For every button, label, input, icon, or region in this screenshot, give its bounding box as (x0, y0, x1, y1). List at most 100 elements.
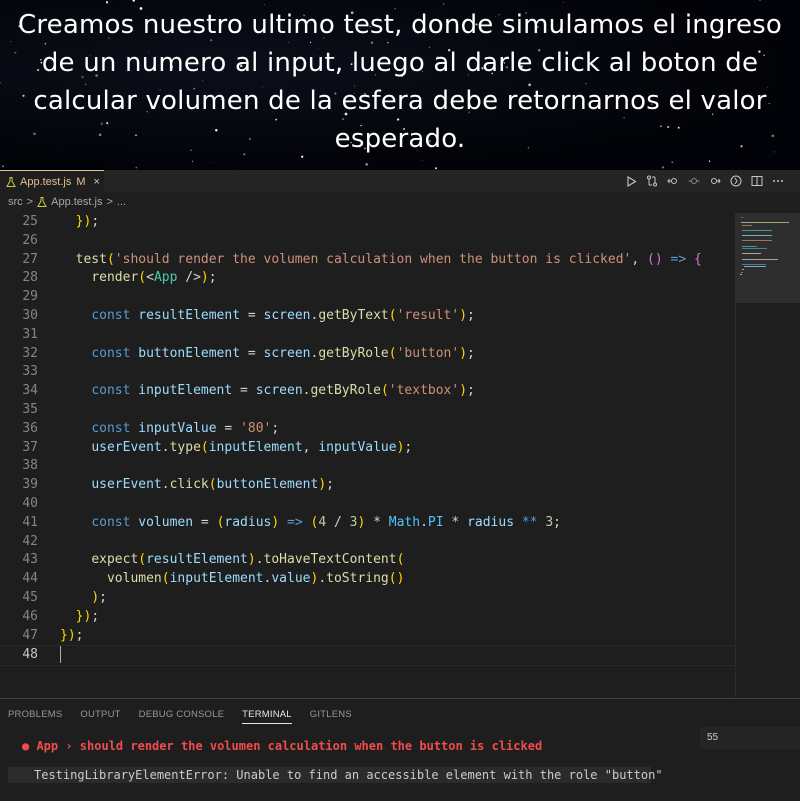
code-text: }); (75, 608, 100, 624)
code-text: const inputElement = screen.getByRole('t… (91, 383, 475, 399)
code-line[interactable]: 26 (0, 232, 735, 251)
panel-tab-gitlens[interactable]: GITLENS (310, 709, 352, 724)
minimap-line (742, 235, 772, 237)
star (442, 3, 445, 5)
starfield-banner: Creamos nuestro ultimo test, donde simul… (0, 0, 800, 170)
breadcrumb-separator: > (26, 196, 34, 208)
bottom-panel: PROBLEMS OUTPUT DEBUG CONSOLE TERMINAL GITLE… (0, 698, 800, 801)
code-line[interactable]: 34 const inputElement = screen.getByRole… (0, 382, 735, 401)
text-cursor (60, 646, 61, 664)
minimap-line (742, 224, 752, 226)
minimap-line (743, 266, 767, 268)
star (708, 160, 711, 162)
minimap[interactable] (735, 213, 800, 703)
code-line[interactable]: 40 (0, 495, 735, 514)
run-icon[interactable] (625, 175, 637, 187)
more-actions-icon[interactable] (772, 175, 784, 187)
code-text: volumen(inputElement.value).toString() (106, 571, 405, 587)
gitlens-icon[interactable] (730, 175, 742, 187)
code-line[interactable]: 31 (0, 326, 735, 345)
minimap-line (742, 258, 779, 260)
flask-icon (37, 197, 47, 207)
line-number: 45 (22, 590, 38, 605)
code-line[interactable]: 36 const inputValue = '80'; (0, 420, 735, 439)
star (0, 82, 1, 84)
close-icon[interactable]: × (94, 176, 100, 188)
code-line[interactable]: 43 expect(resultElement).toHaveTextConte… (0, 551, 735, 570)
code-line[interactable]: 42 (0, 533, 735, 552)
code-line[interactable]: 35 (0, 401, 735, 420)
minimap-line (742, 248, 767, 250)
line-number: 41 (22, 514, 38, 530)
code-line[interactable]: 27 test('should render the volumen calcu… (0, 251, 735, 270)
line-number: 32 (22, 345, 38, 361)
star (422, 159, 423, 161)
terminal-failed-test: ● App › should render the volumen calcul… (22, 739, 543, 753)
panel-tab-debug-console[interactable]: DEBUG CONSOLE (139, 709, 224, 724)
line-number: 29 (22, 289, 38, 305)
line-number: 43 (22, 552, 38, 568)
line-number: 46 (22, 608, 38, 624)
panel-tab-problems[interactable]: PROBLEMS (8, 709, 62, 724)
code-line[interactable]: 47}); (0, 627, 735, 646)
line-number: 28 (22, 270, 38, 286)
minimap-line (742, 253, 761, 255)
go-back-icon[interactable] (667, 175, 679, 187)
star (191, 160, 193, 162)
line-number: 33 (22, 364, 38, 380)
code-text: const buttonElement = screen.getByRole('… (91, 345, 475, 361)
breadcrumb-file[interactable]: App.test.js (37, 196, 102, 208)
code-line[interactable]: 46 }); (0, 608, 735, 627)
code-text: }); (60, 627, 84, 643)
code-line[interactable]: 45 ); (0, 589, 735, 608)
panel-tabs: PROBLEMS OUTPUT DEBUG CONSOLE TERMINAL GITLE… (8, 709, 352, 724)
code-area[interactable]: 25 }); 26 27 test('should render the volum… (0, 213, 735, 708)
code-text: }); (75, 214, 100, 229)
code-line[interactable]: 41 const volumen = (radius) => (4 / 3) *… (0, 514, 735, 533)
circle-icon[interactable] (688, 175, 700, 187)
breadcrumb-folder[interactable]: src (8, 196, 23, 208)
caption-text: Creamos nuestro ultimo test, donde simul… (18, 10, 782, 154)
star (365, 163, 368, 166)
code-line[interactable]: 32 const buttonElement = screen.getByRol… (0, 345, 735, 364)
flask-icon (6, 176, 16, 187)
line-number: 34 (22, 383, 38, 399)
line-number: 35 (22, 402, 38, 417)
breadcrumb-file-label: App.test.js (51, 196, 103, 208)
breadcrumb-rest[interactable]: ... (117, 196, 126, 208)
star (759, 0, 761, 1)
go-forward-icon[interactable] (709, 175, 721, 187)
minimap-line (742, 245, 757, 247)
split-editor-icon[interactable] (751, 175, 763, 187)
star (435, 167, 438, 170)
code-line[interactable]: 25 }); (0, 213, 735, 232)
code-line[interactable]: 39 userEvent.click(buttonElement); (0, 476, 735, 495)
tab-app-test-js[interactable]: App.test.js M × (0, 170, 104, 192)
terminal-instance[interactable]: 55 (700, 727, 800, 749)
star (563, 2, 565, 3)
code-line[interactable]: 48 (0, 645, 735, 667)
code-line[interactable]: 44 volumen(inputElement.value).toString(… (0, 570, 735, 589)
minimap-line (742, 269, 744, 270)
code-line[interactable]: 33 (0, 363, 735, 382)
star (523, 0, 524, 2)
code-line[interactable]: 37 userEvent.type(inputElement, inputVal… (0, 439, 735, 458)
code-line[interactable]: 38 (0, 457, 735, 476)
line-number: 26 (22, 232, 38, 248)
line-number: 48 (22, 647, 38, 663)
code-line[interactable]: 29 (0, 288, 735, 307)
minimap-line (740, 274, 742, 276)
panel-tab-output[interactable]: OUTPUT (80, 709, 120, 724)
compare-icon[interactable] (646, 175, 658, 187)
code-line[interactable]: 30 const resultElement = screen.getByTex… (0, 307, 735, 326)
star (213, 162, 214, 163)
star (132, 0, 135, 2)
line-number: 30 (22, 308, 38, 323)
star (2, 165, 4, 168)
code-text: const inputValue = '80'; (91, 420, 280, 436)
panel-tab-terminal[interactable]: TERMINAL (242, 709, 292, 724)
code-line[interactable]: 28 render(<App />); (0, 269, 735, 288)
tab-label: App.test.js (20, 175, 72, 188)
editor-actions (625, 172, 784, 190)
code-text (60, 646, 61, 665)
